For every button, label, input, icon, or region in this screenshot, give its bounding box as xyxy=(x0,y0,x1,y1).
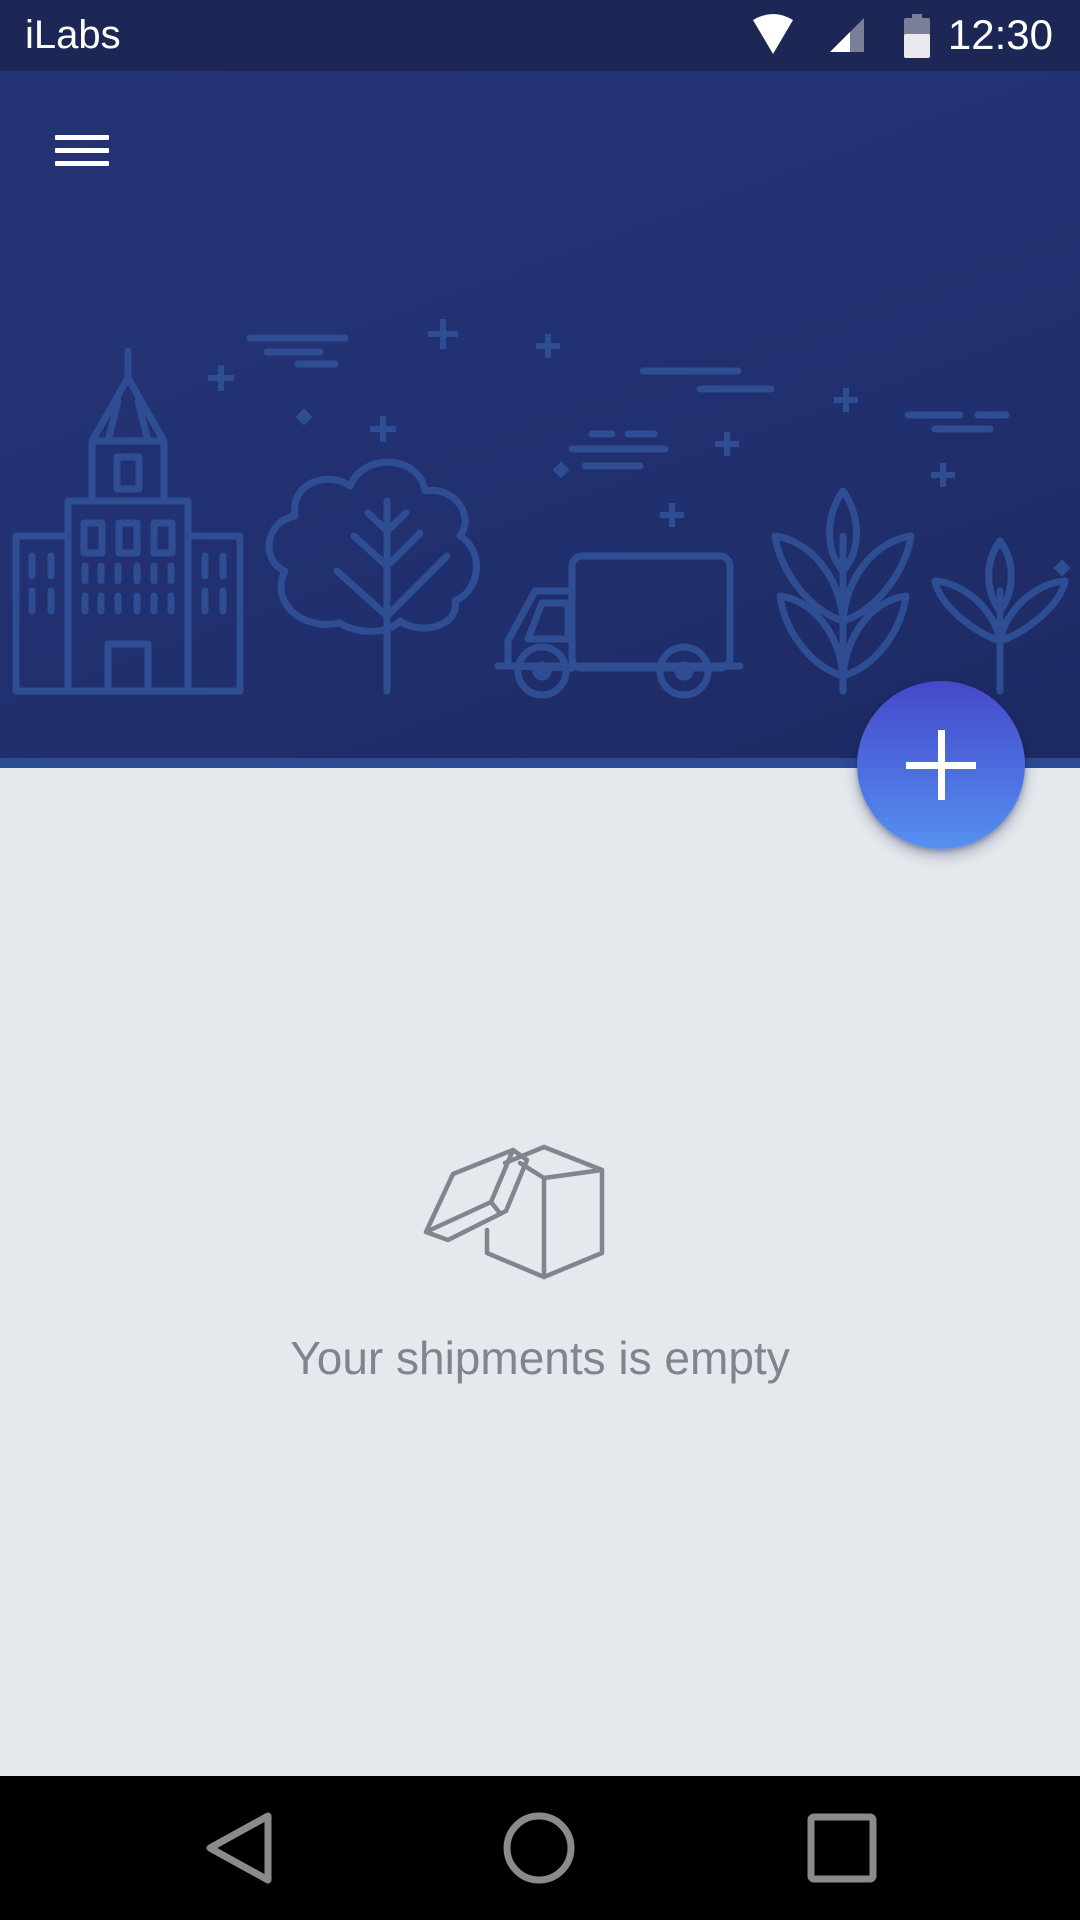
wifi-icon xyxy=(753,14,793,54)
status-time: 12:30 xyxy=(947,11,1053,58)
status-bar: iLabs 12:30 xyxy=(0,0,1080,71)
empty-state-message: Your shipments is empty xyxy=(290,1332,790,1384)
header-banner xyxy=(0,71,1080,768)
add-shipment-button[interactable] xyxy=(857,681,1025,849)
open-box-icon xyxy=(423,1144,605,1280)
status-app-name: iLabs xyxy=(25,13,121,57)
system-nav-bar xyxy=(0,1776,1080,1920)
recents-icon[interactable] xyxy=(802,1808,882,1888)
back-icon[interactable] xyxy=(200,1808,280,1888)
cell-signal-icon xyxy=(830,18,864,52)
home-icon[interactable] xyxy=(499,1808,579,1888)
city-skyline-illustration xyxy=(12,319,1071,699)
battery-icon xyxy=(904,14,930,58)
hamburger-menu-icon[interactable] xyxy=(40,113,120,193)
shipments-screen: iLabs 12:30 Your shipments is empty xyxy=(0,0,1080,1920)
